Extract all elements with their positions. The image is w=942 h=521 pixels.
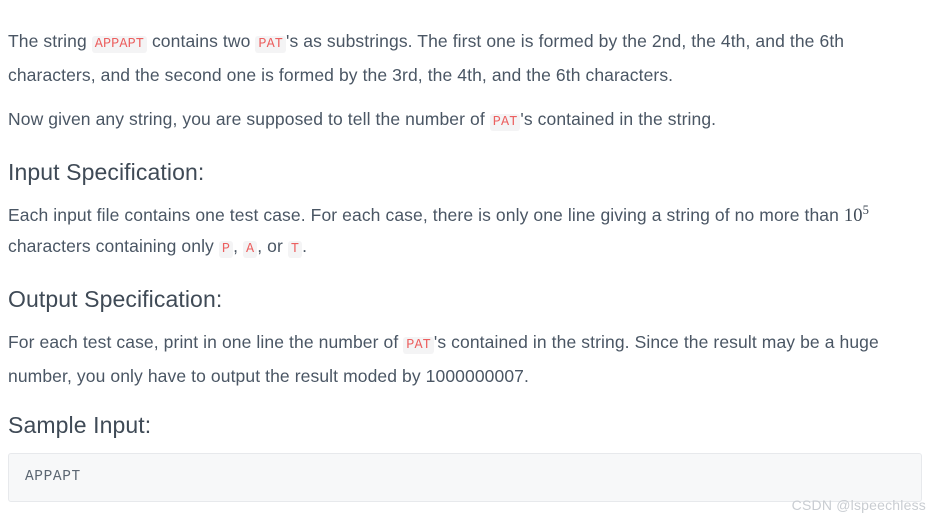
input-separator-1: ,: [233, 236, 244, 256]
inline-code-appapt: APPAPT: [91, 36, 147, 53]
output-specification-heading: Output Specification:: [8, 286, 223, 312]
math-ten-to-the-fifth: 105: [843, 202, 870, 226]
intro-paragraph: The string APPAPT contains two PAT's as …: [8, 26, 922, 90]
csdn-watermark: CSDN @lspeechless: [791, 497, 926, 513]
inline-code-p: P: [218, 241, 234, 258]
math-exponent: 5: [862, 202, 870, 217]
intro-text-before-appapt: The string: [8, 31, 92, 51]
sample-input-heading: Sample Input:: [8, 412, 152, 438]
inline-code-pat: PAT: [403, 337, 434, 354]
input-separator-2: , or: [257, 236, 288, 256]
intro-text-middle: contains two: [147, 31, 256, 51]
output-text-before-pat: For each test case, print in one line th…: [8, 332, 404, 352]
sample-input-code-block: APPAPT: [8, 453, 922, 502]
input-text-end: .: [302, 236, 308, 256]
inline-code-pat: PAT: [255, 36, 287, 53]
document-page: The string APPAPT contains two PAT's as …: [0, 0, 942, 521]
input-specification-paragraph: Each input file contains one test case. …: [8, 200, 922, 265]
task-text-before-pat: Now given any string, you are supposed t…: [8, 109, 490, 129]
math-base: 10: [843, 206, 863, 226]
output-specification-paragraph: For each test case, print in one line th…: [8, 327, 922, 391]
inline-code-pat: PAT: [489, 114, 521, 131]
input-text-before-math: Each input file contains one test case. …: [8, 205, 844, 225]
inline-code-a: A: [243, 241, 258, 258]
input-text-after-math: characters containing only: [8, 236, 219, 256]
task-paragraph: Now given any string, you are supposed t…: [8, 104, 922, 138]
input-specification-heading: Input Specification:: [8, 159, 205, 185]
task-text-after-pat: 's contained in the string.: [520, 109, 717, 129]
inline-code-t: T: [287, 241, 303, 258]
